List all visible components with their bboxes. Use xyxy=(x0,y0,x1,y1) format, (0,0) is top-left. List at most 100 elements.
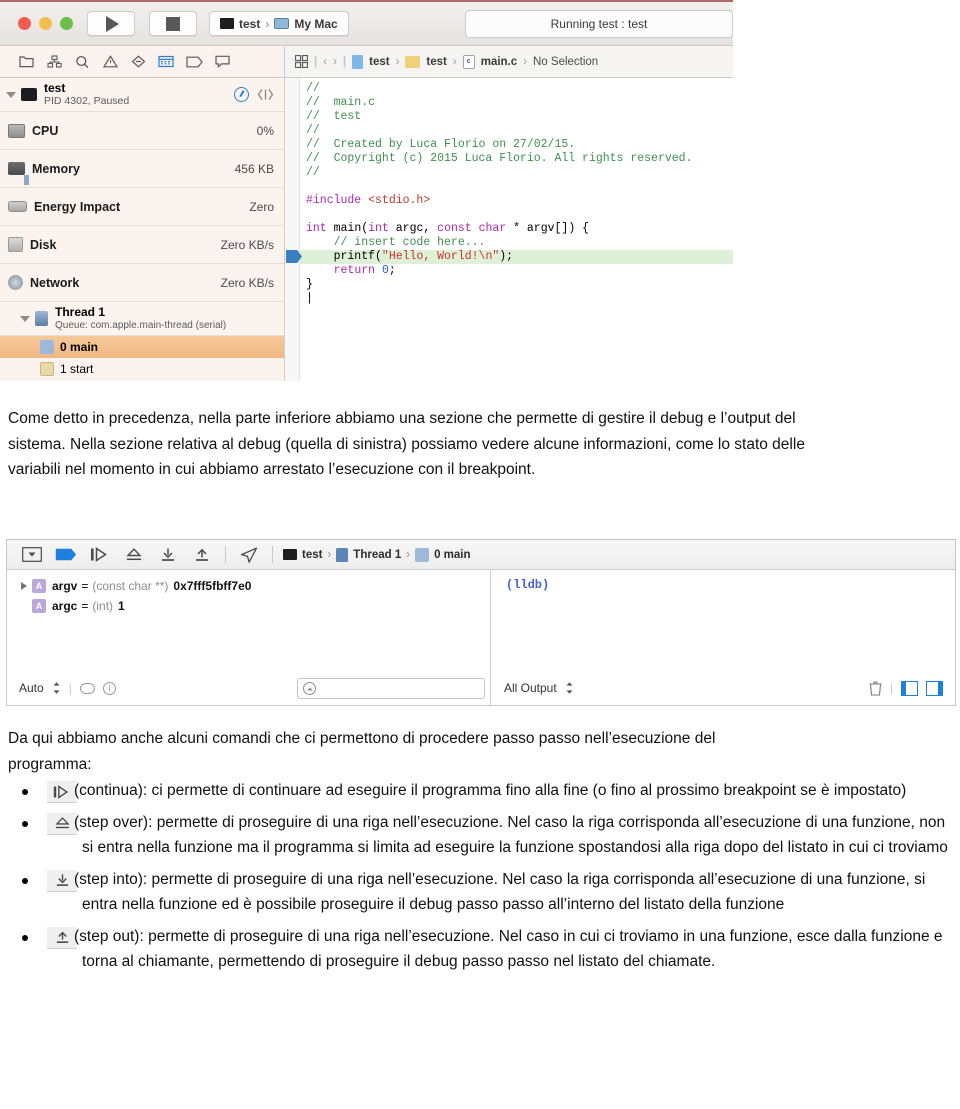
list-item: (step over): permette di proseguire di u… xyxy=(8,810,952,861)
debug-crumb-process[interactable]: test xyxy=(302,549,322,561)
debug-crumb-sep-1: › xyxy=(327,548,332,561)
bullet-marker xyxy=(8,867,42,918)
stack-frame-icon xyxy=(40,362,54,376)
thread-icon xyxy=(35,311,48,326)
symbol-navigator-icon[interactable] xyxy=(40,51,68,73)
gauge-label: CPU xyxy=(32,123,59,138)
window-traffic-lights[interactable] xyxy=(18,17,73,30)
editor-layout-icon[interactable] xyxy=(295,55,308,68)
breadcrumb-item-project[interactable]: test xyxy=(369,56,389,68)
output-filter-stepper-icon[interactable] xyxy=(565,681,574,695)
navigator-and-breadcrumb-bar: | ‹ › | test › test › c main.c › No Sele… xyxy=(0,46,733,78)
stop-button[interactable] xyxy=(149,11,197,36)
list-item: (continua): ci permette di continuare ad… xyxy=(8,778,952,804)
destination-label: My Mac xyxy=(294,16,338,31)
info-icon[interactable]: i xyxy=(102,681,116,695)
step-into-icon[interactable] xyxy=(151,543,185,567)
project-navigator-icon[interactable] xyxy=(12,51,40,73)
console-prompt: (lldb) xyxy=(506,578,550,592)
deactivate-breakpoints-icon[interactable] xyxy=(49,543,83,567)
bullet-marker xyxy=(8,810,42,861)
debug-commands-list: (continua): ci permette di continuare ad… xyxy=(8,778,952,981)
breadcrumb-item-group[interactable]: test xyxy=(426,56,446,68)
disclosure-triangle-icon[interactable] xyxy=(20,315,30,322)
navigate-forward-button[interactable]: › xyxy=(333,56,337,68)
view-hierarchy-icon[interactable] xyxy=(257,88,274,101)
gauge-row-memory[interactable]: Memory 456 KB xyxy=(0,150,284,188)
gauge-row-network[interactable]: Network Zero KB/s xyxy=(0,264,284,302)
test-navigator-icon[interactable] xyxy=(124,51,152,73)
simulate-location-icon[interactable] xyxy=(232,543,266,567)
debug-navigator-icon[interactable] xyxy=(152,51,180,73)
console-actions[interactable]: | xyxy=(869,680,943,696)
folder-icon xyxy=(405,55,421,68)
show-console-view-button[interactable] xyxy=(926,680,943,696)
code-line: // xyxy=(306,82,320,95)
navigator-selector-bar[interactable] xyxy=(0,46,285,77)
breadcrumb-item-selection[interactable]: No Selection xyxy=(533,56,598,68)
variable-type: (const char **) xyxy=(92,579,169,593)
source-code-editor[interactable]: //// main.c// test//// Created by Luca F… xyxy=(286,78,733,381)
thread-queue: Queue: com.apple.main-thread (serial) xyxy=(55,319,227,331)
stack-frame-row[interactable]: 0 main xyxy=(0,336,284,358)
console-search-field[interactable] xyxy=(297,678,485,699)
scheme-destination-selector[interactable]: test › My Mac xyxy=(209,11,349,36)
issue-navigator-icon[interactable] xyxy=(96,51,124,73)
continue-icon[interactable] xyxy=(83,543,117,567)
scope-filter-stepper-icon[interactable] xyxy=(52,681,61,695)
bullet-marker xyxy=(8,924,42,975)
step-over-icon[interactable] xyxy=(117,543,151,567)
debug-crumb-thread[interactable]: Thread 1 xyxy=(353,549,401,561)
xcode-window-screenshot: test › My Mac Running test : test | ‹ › … xyxy=(0,0,733,381)
toolbar-divider xyxy=(272,546,273,563)
close-window-icon[interactable] xyxy=(18,17,31,30)
code-text[interactable]: //// main.c// test//// Created by Luca F… xyxy=(306,82,733,306)
play-icon xyxy=(106,15,119,32)
show-variable-details-icon[interactable] xyxy=(79,682,95,694)
breadcrumb-sep-2: › xyxy=(452,55,457,68)
navigate-back-button[interactable]: ‹ xyxy=(323,56,327,68)
gauge-row-disk[interactable]: Disk Zero KB/s xyxy=(0,226,284,264)
minimize-window-icon[interactable] xyxy=(39,17,52,30)
process-actions[interactable] xyxy=(234,87,274,102)
stack-frame-icon xyxy=(40,340,54,354)
stack-frame-label: 1 start xyxy=(60,362,94,376)
debug-breadcrumb[interactable]: test › Thread 1 › 0 main xyxy=(283,547,471,562)
step-out-icon[interactable] xyxy=(185,543,219,567)
show-variables-view-button[interactable] xyxy=(901,680,918,696)
debug-crumb-frame[interactable]: 0 main xyxy=(434,549,470,561)
zoom-window-icon[interactable] xyxy=(60,17,73,30)
process-row[interactable]: test PID 4302, Paused xyxy=(0,78,284,112)
breadcrumb-item-file[interactable]: main.c xyxy=(481,56,517,68)
gauge-row-cpu[interactable]: CPU 0% xyxy=(0,112,284,150)
stack-frame-row[interactable]: 1 start xyxy=(0,358,284,380)
thread-title: Thread 1 xyxy=(55,304,106,319)
gauge-value: Zero KB/s xyxy=(220,275,274,290)
code-line: // xyxy=(306,166,320,179)
debug-toolbar[interactable]: test › Thread 1 › 0 main xyxy=(7,540,955,570)
network-icon xyxy=(8,275,23,290)
memory-icon xyxy=(8,162,25,175)
thread-row[interactable]: Thread 1 Queue: com.apple.main-thread (s… xyxy=(0,302,284,336)
search-navigator-icon[interactable] xyxy=(68,51,96,73)
scheme-label: test xyxy=(239,16,261,31)
report-navigator-icon[interactable] xyxy=(208,51,236,73)
disclosure-triangle-icon[interactable] xyxy=(21,582,27,590)
editor-breadcrumb-bar[interactable]: | ‹ › | test › test › c main.c › No Sele… xyxy=(285,46,733,77)
breakpoint-navigator-icon[interactable] xyxy=(180,51,208,73)
hide-debug-area-icon[interactable] xyxy=(15,543,49,567)
scope-filter-label[interactable]: Auto xyxy=(19,681,44,695)
variable-row[interactable]: A argc = (int) 1 xyxy=(7,596,490,616)
gauge-row-energy[interactable]: Energy Impact Zero xyxy=(0,188,284,226)
console-footer[interactable]: All Output | xyxy=(492,671,955,705)
run-button[interactable] xyxy=(87,11,135,36)
output-filter-label[interactable]: All Output xyxy=(504,681,557,695)
process-icon xyxy=(21,88,37,101)
disclosure-triangle-icon[interactable] xyxy=(6,91,16,98)
clear-console-icon[interactable] xyxy=(869,680,882,696)
gauge-toggle-icon[interactable] xyxy=(234,87,249,102)
variable-row[interactable]: A argv = (const char **) 0x7fff5fbff7e0 xyxy=(7,576,490,596)
activity-status-bar: Running test : test xyxy=(465,9,733,38)
editor-gutter[interactable] xyxy=(286,78,300,381)
